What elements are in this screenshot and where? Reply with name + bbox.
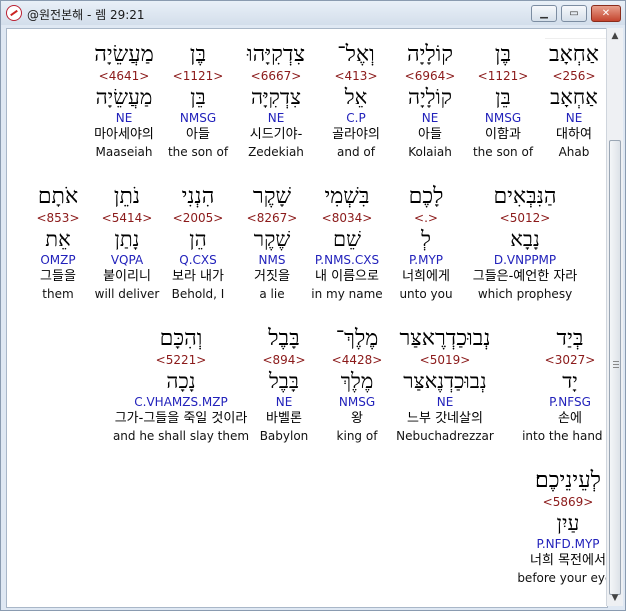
korean-gloss: 마아세야의 [94,127,154,142]
lemma-word: אֵת [45,227,71,251]
parsing-code: OMZP [40,253,76,267]
interlinear-panel: אַחְאָב <256> אַחְאָב NE 대하여 Ahab בֶּן <1121> בֵ… [6,28,608,608]
word-column[interactable]: וְהִכָּם <5221> נָכָה C.VHAMZS.MZP 그가-그들을 죽일… [91,326,271,444]
word-column[interactable]: מַעֲשֵׂיָה <4641> מַעֲשֵׂיָה NE 마아세야의 Maaseia… [34,42,214,160]
close-button[interactable]: ✕ [591,5,621,22]
korean-gloss: 그가-그들을 죽일 것이라 [114,411,248,426]
english-gloss: and he shall slay them [112,429,250,443]
strong-number: <4641> [98,69,150,83]
english-gloss: Maaseiah [95,145,153,159]
maximize-button[interactable]: ▭ [561,5,587,22]
grip-icon [613,361,619,362]
hebrew-word: לְעֵינֵיכֶם׃ [535,468,601,493]
vertical-scrollbar[interactable]: ▲ ▼ [606,28,623,606]
hebrew-word: אֹתָם [37,184,79,209]
strong-number: <853> [36,211,80,225]
app-window: @원전본해 - 렘 29:21 ▁ ▭ ✕ אַחְאָב <256> אַחְאָ… [0,0,626,611]
top-blank-field [545,29,607,39]
scroll-down-arrow-icon[interactable]: ▼ [607,590,623,606]
korean-gloss: 너희 목전에서 [530,553,606,568]
korean-gloss: 그들을 [40,269,76,284]
parsing-code: C.VHAMZS.MZP [134,395,228,409]
hebrew-word: וְהִכָּם [159,326,203,351]
title-bar[interactable]: @원전본해 - 렘 29:21 ▁ ▭ ✕ [1,1,625,25]
window-title: @원전본해 - 렘 29:21 [27,8,145,22]
strong-number: <5869> [542,495,594,509]
hebrew-word: מַעֲשֵׂיָה [94,42,154,67]
app-logo-icon[interactable] [6,5,22,21]
word-column[interactable]: אֹתָם <853> אֵת OMZP 그들을 them [7,184,148,302]
english-gloss: them [42,287,74,301]
strong-number: <5221> [155,353,207,367]
parsing-code: NE [115,111,133,125]
word-column[interactable]: לְעֵינֵיכֶם׃ <5869> עַיִן P.NFD.MYP 너희 목전에서 b… [478,468,607,586]
lemma-word: עַיִן [556,511,580,535]
minimize-button[interactable]: ▁ [531,5,557,22]
scroll-thumb[interactable] [609,140,621,595]
english-gloss: before your eyes [517,571,607,585]
parsing-code: P.NFD.MYP [536,537,600,551]
lemma-word: נָכָה [166,369,196,393]
scroll-up-arrow-icon[interactable]: ▲ [607,28,623,44]
lemma-word: מַעֲשֵׂיָה [95,85,153,109]
